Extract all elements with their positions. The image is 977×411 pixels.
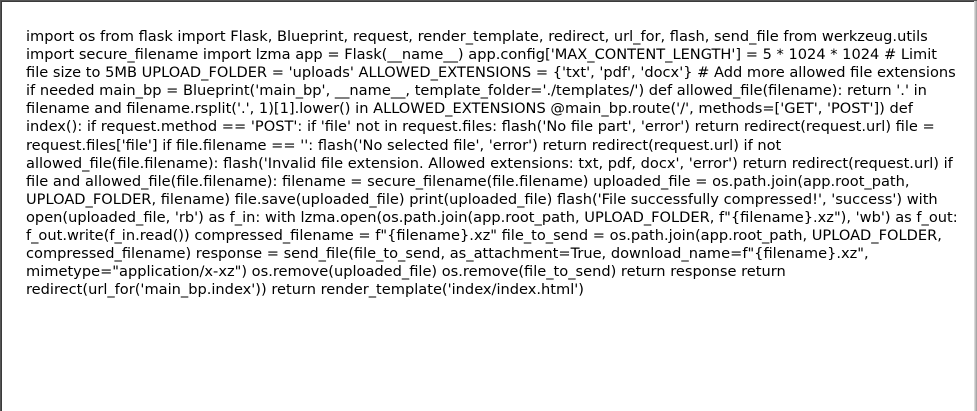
browser-viewport: import os from flask import Flask, Bluep… [0,0,977,411]
window-left-border [1,1,2,411]
window-top-border [1,1,977,2]
raw-code-text: import os from flask import Flask, Bluep… [26,28,958,299]
